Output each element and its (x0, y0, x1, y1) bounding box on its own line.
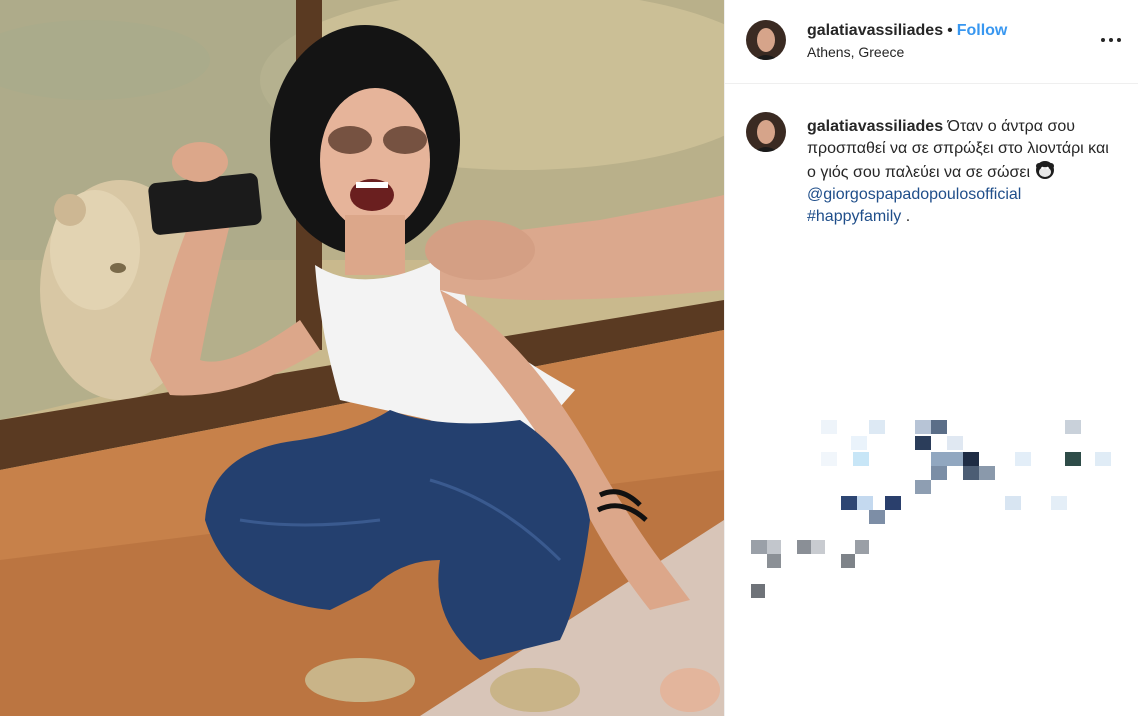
more-options-icon[interactable] (1099, 28, 1123, 52)
location-link[interactable]: Athens, Greece (807, 44, 904, 60)
caption-avatar[interactable] (746, 112, 786, 152)
caption-text-block: galatiavassiliades Όταν ο άντρα σου προσ… (807, 116, 1117, 228)
avatar[interactable] (746, 20, 786, 60)
separator-dot: • (947, 22, 953, 39)
instagram-post: galatiavassiliades • Follow Athens, Greece… (0, 0, 1138, 716)
post-header: galatiavassiliades • Follow Athens, Greece (725, 0, 1138, 84)
avatar-image (746, 20, 786, 60)
photo-illustration (0, 0, 724, 716)
mention-link[interactable]: @giorgospapadopoulosofficial (807, 186, 1021, 203)
header-username-row: galatiavassiliades • Follow (807, 22, 1007, 40)
post-photo[interactable] (0, 0, 724, 716)
monkey-face-emoji-icon (1035, 160, 1055, 180)
hashtag-link[interactable]: #happyfamily (807, 208, 901, 225)
avatar-image (746, 112, 786, 152)
caption-trailing: . (901, 208, 911, 225)
post-sidebar: galatiavassiliades • Follow Athens, Greece… (724, 0, 1138, 716)
caption-username[interactable]: galatiavassiliades (807, 118, 943, 135)
follow-button[interactable]: Follow (957, 22, 1008, 39)
header-username[interactable]: galatiavassiliades (807, 22, 943, 39)
